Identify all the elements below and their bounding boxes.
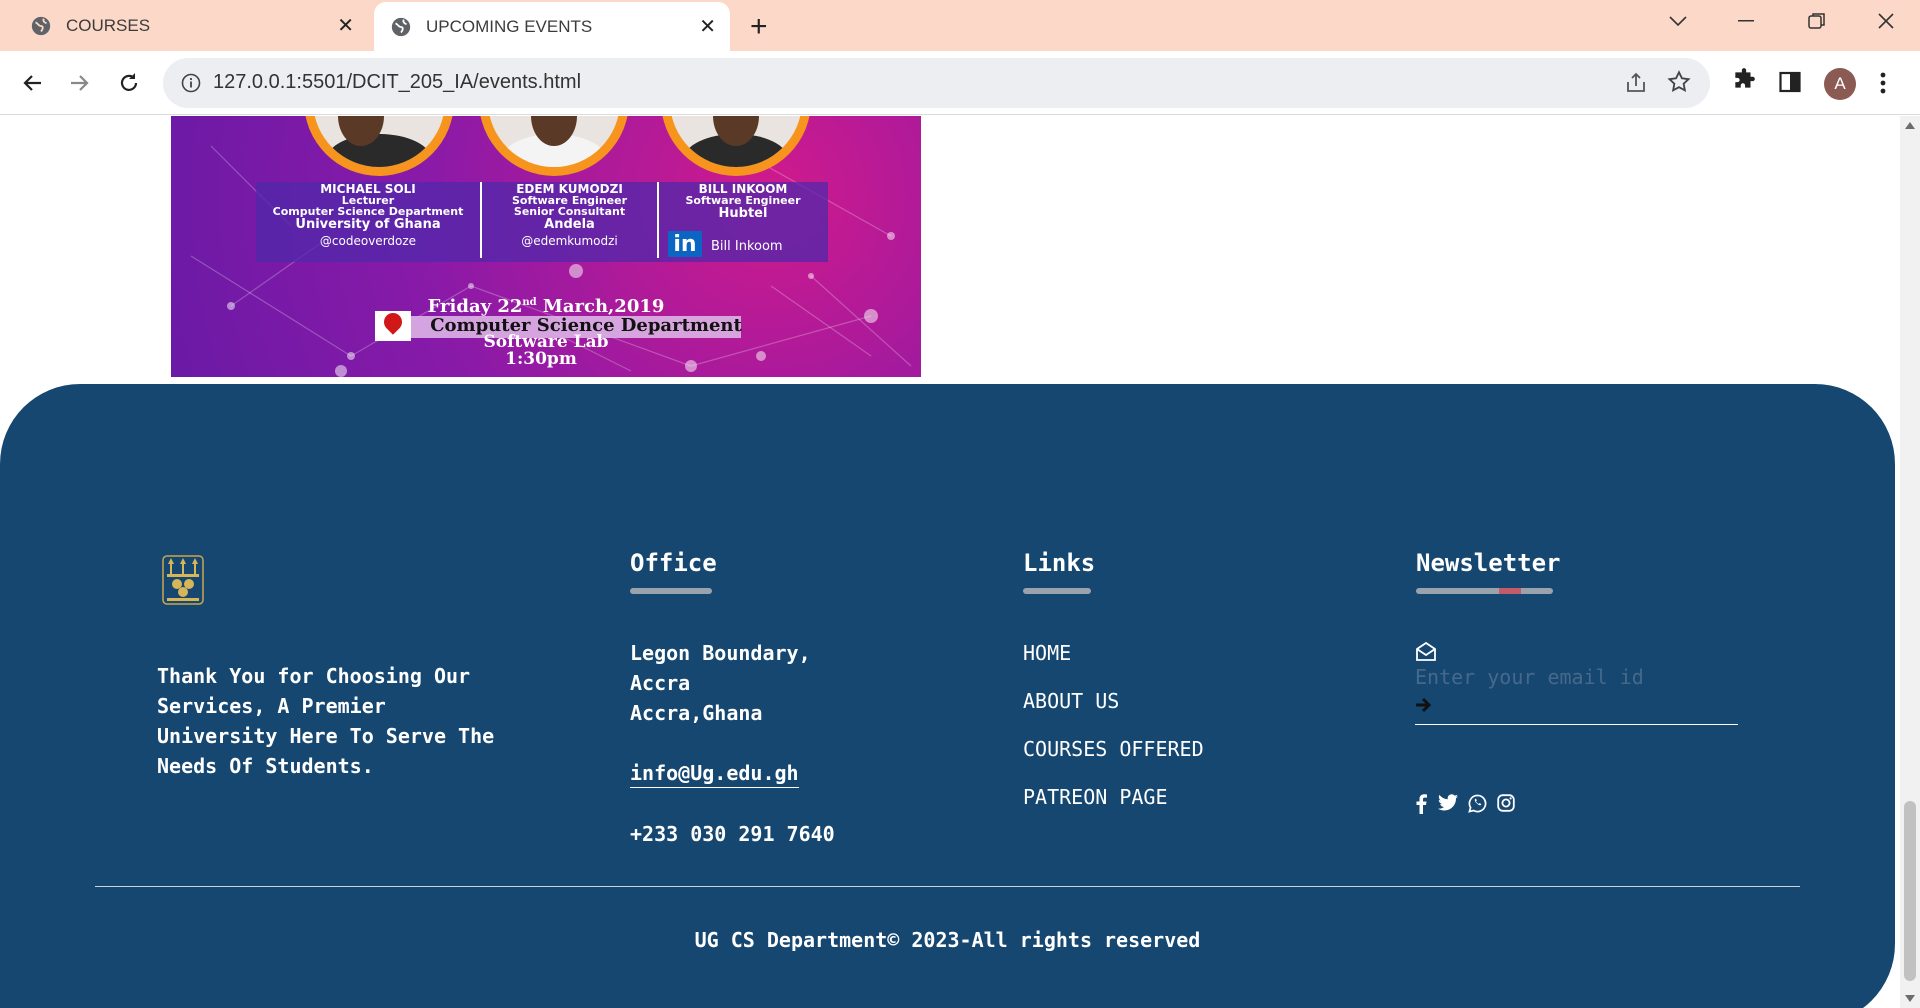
tab-upcoming-events[interactable]: UPCOMING EVENTS ✕ xyxy=(374,2,730,51)
page-scrollbar[interactable] xyxy=(1900,116,1920,1008)
speaker-card-1: MICHAEL SOLI Lecturer Computer Science D… xyxy=(256,183,480,248)
office-address-line3: Accra,Ghana xyxy=(630,701,763,725)
window-close-icon[interactable] xyxy=(1877,12,1895,30)
share-icon[interactable] xyxy=(1624,71,1648,95)
facebook-icon[interactable] xyxy=(1415,794,1427,814)
speaker-card-2: EDEM KUMODZI Software Engineer Senior Co… xyxy=(482,183,657,248)
restore-icon[interactable] xyxy=(1808,12,1826,30)
browser-toolbar: 127.0.0.1:5501/DCIT_205_IA/events.html A xyxy=(0,51,1920,115)
tab-courses[interactable]: COURSES ✕ xyxy=(0,0,368,51)
side-panel-icon[interactable] xyxy=(1778,70,1802,94)
reload-button[interactable] xyxy=(113,67,145,99)
newsletter-email-input[interactable] xyxy=(1415,665,1735,689)
new-tab-button[interactable]: + xyxy=(750,10,768,44)
tab-search-chevron-icon[interactable] xyxy=(1668,14,1688,28)
speaker-org: University of Ghana xyxy=(295,217,441,232)
scroll-up-arrow-icon[interactable] xyxy=(1905,122,1915,129)
newsletter-heading: Newsletter xyxy=(1416,549,1561,577)
twitter-icon[interactable] xyxy=(1438,794,1458,812)
newsletter-heading-underline xyxy=(1416,588,1553,594)
page-viewport: MICHAEL SOLI Lecturer Computer Science D… xyxy=(0,116,1900,1008)
forward-button[interactable] xyxy=(64,67,96,99)
scroll-down-arrow-icon[interactable] xyxy=(1905,995,1915,1002)
back-button[interactable] xyxy=(16,67,48,99)
newsletter-input-underline xyxy=(1415,724,1738,725)
speaker-role: Software Engineer xyxy=(685,194,801,207)
url-text[interactable]: 127.0.0.1:5501/DCIT_205_IA/events.html xyxy=(213,71,581,94)
linkedin-icon: in xyxy=(668,231,702,257)
footer-tagline: Thank You for Choosing Our Services, A P… xyxy=(157,664,495,778)
event-time: 1:30pm xyxy=(505,349,577,369)
instagram-icon[interactable] xyxy=(1497,794,1515,812)
arrow-right-icon[interactable] xyxy=(1415,696,1433,714)
bookmark-star-icon[interactable] xyxy=(1666,69,1692,95)
links-heading: Links xyxy=(1023,549,1096,577)
speaker-dept: Senior Consultant xyxy=(513,205,626,218)
site-footer: Thank You for Choosing Our Services, A P… xyxy=(0,384,1895,1008)
more-menu-icon[interactable] xyxy=(1878,71,1888,97)
footer-link-patreon-page[interactable]: PATREON PAGE xyxy=(1023,785,1168,809)
reload-icon xyxy=(120,73,138,91)
office-address-line2: Accra xyxy=(630,671,691,695)
footer-link-home[interactable]: HOME xyxy=(1023,641,1071,665)
browser-tab-strip: COURSES ✕ UPCOMING EVENTS ✕ + xyxy=(0,0,1920,51)
footer-divider xyxy=(95,886,1800,887)
speaker-org: Andela xyxy=(544,217,595,232)
close-icon[interactable]: ✕ xyxy=(699,14,716,39)
envelope-open-icon xyxy=(1416,641,1436,661)
event-poster: MICHAEL SOLI Lecturer Computer Science D… xyxy=(171,116,921,377)
speaker-card-3: BILL INKOOM Software Engineer Hubtel xyxy=(659,183,827,221)
minimize-icon[interactable] xyxy=(1738,20,1754,22)
office-heading-underline xyxy=(630,588,712,594)
globe-icon xyxy=(31,16,51,35)
arrow-right-icon xyxy=(71,75,89,91)
scrollbar-thumb[interactable] xyxy=(1904,801,1916,981)
whatsapp-icon[interactable] xyxy=(1468,794,1487,813)
footer-link-courses-offered[interactable]: COURSES OFFERED xyxy=(1023,737,1204,761)
address-bar[interactable]: 127.0.0.1:5501/DCIT_205_IA/events.html xyxy=(163,58,1710,108)
globe-icon xyxy=(391,17,411,36)
speaker-handle: @edemkumodzi xyxy=(521,234,618,248)
office-email-link[interactable]: info@Ug.edu.gh xyxy=(630,761,799,788)
speaker-linkedin-handle: Bill Inkoom xyxy=(711,239,783,254)
profile-avatar[interactable]: A xyxy=(1824,68,1856,100)
tab-label: COURSES xyxy=(66,15,151,35)
links-heading-underline xyxy=(1023,588,1091,594)
footer-copyright: UG CS Department© 2023-All rights reserv… xyxy=(694,928,1201,952)
site-info-icon[interactable] xyxy=(181,73,201,93)
extensions-puzzle-icon[interactable] xyxy=(1731,67,1757,93)
close-icon[interactable]: ✕ xyxy=(337,13,354,38)
university-crest-logo xyxy=(162,555,204,605)
speaker-handle: @codeoverdoze xyxy=(319,234,417,248)
tab-label: UPCOMING EVENTS xyxy=(426,16,593,36)
arrow-left-icon xyxy=(23,75,41,91)
office-address-line1: Legon Boundary, xyxy=(630,641,811,665)
office-phone: +233 030 291 7640 xyxy=(630,822,835,846)
footer-link-about-us[interactable]: ABOUT US xyxy=(1023,689,1119,713)
speaker-dept: Computer Science Department xyxy=(272,205,464,218)
speaker-org: Hubtel xyxy=(718,206,768,221)
event-date: Friday 22nd March,2019 xyxy=(427,296,665,317)
office-heading: Office xyxy=(630,549,717,577)
